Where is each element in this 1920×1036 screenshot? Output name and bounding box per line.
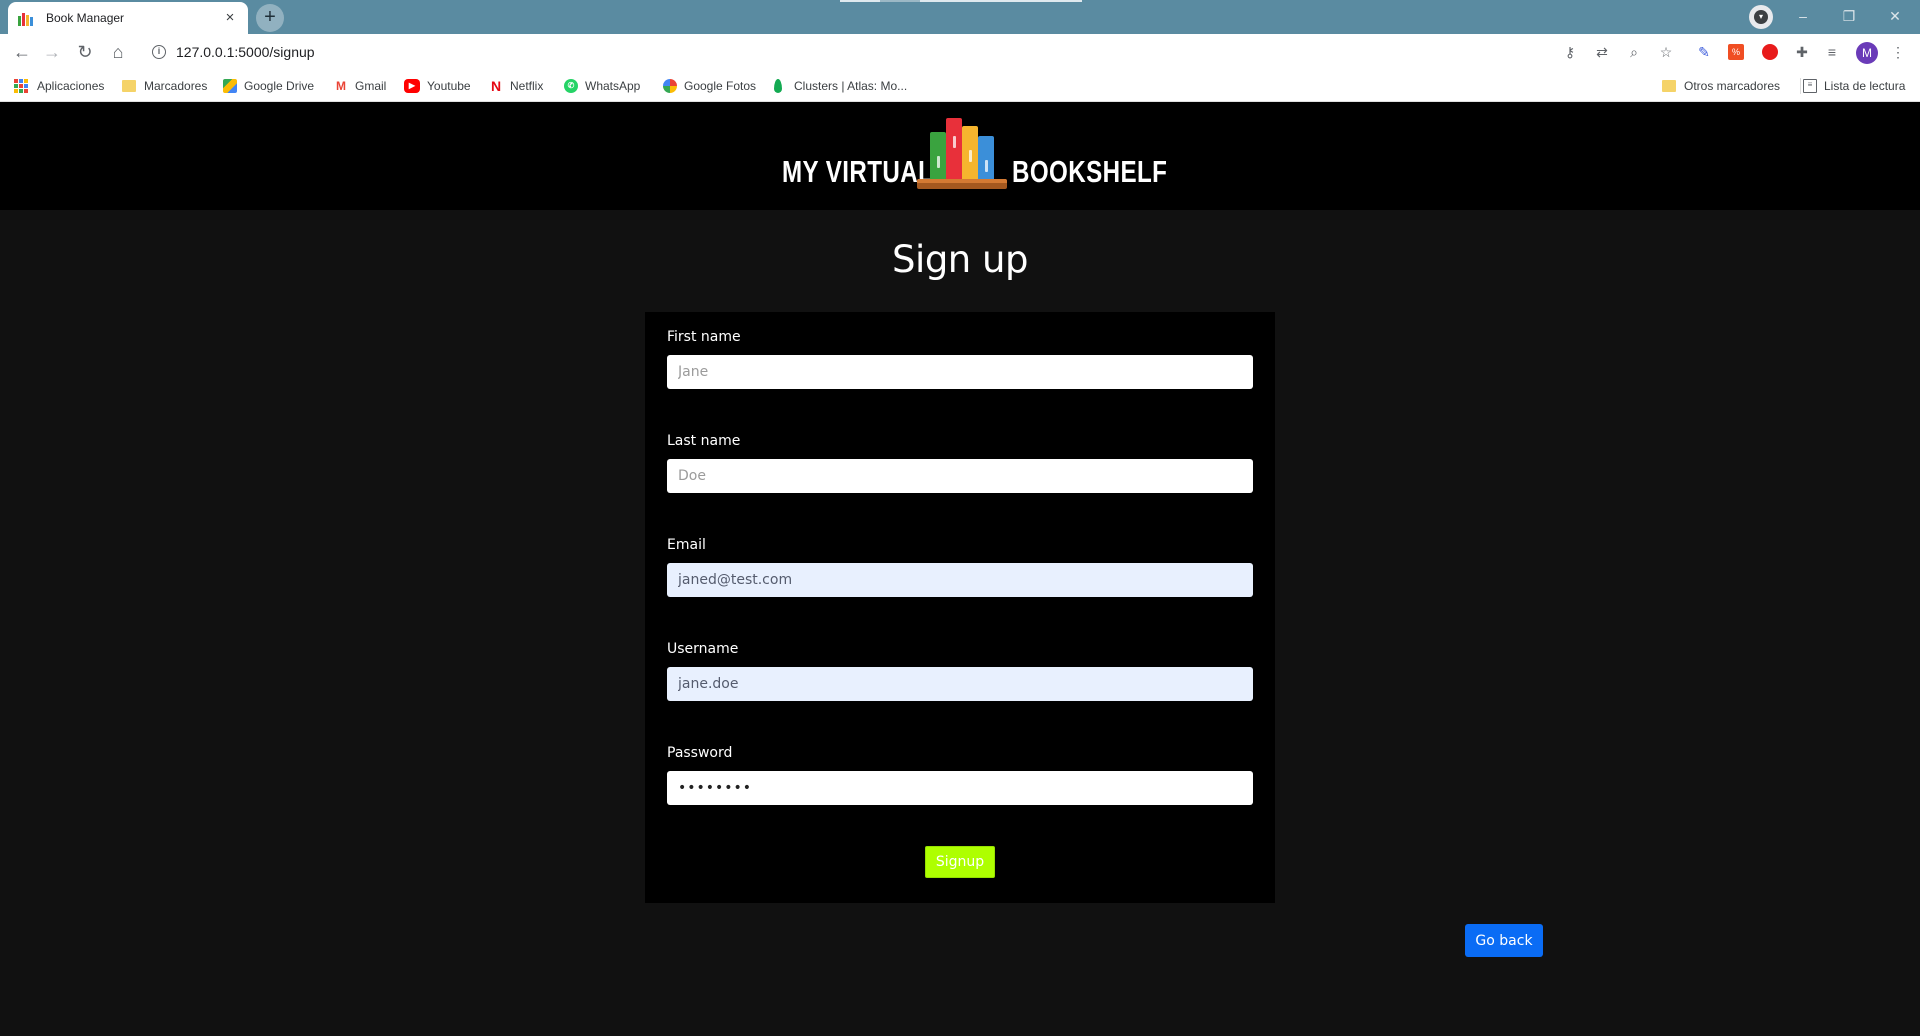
first-name-input[interactable] bbox=[667, 355, 1253, 389]
menu-kebab-icon[interactable]: ⋮ bbox=[1888, 42, 1908, 62]
bookmark-separator bbox=[1800, 78, 1801, 94]
bookmark-label: Google Drive bbox=[244, 79, 315, 93]
page-title: Sign up bbox=[892, 238, 1028, 281]
bookmark-google-drive[interactable]: Google Drive bbox=[223, 78, 314, 94]
bookmark-youtube[interactable]: ▶ Youtube bbox=[404, 78, 471, 94]
minimize-button[interactable]: – bbox=[1780, 4, 1826, 30]
bookmark-label: Otros marcadores bbox=[1684, 79, 1781, 93]
url-text: 127.0.0.1:5000/signup bbox=[176, 44, 315, 60]
username-input[interactable] bbox=[667, 667, 1253, 701]
site-header: MY VIRTUAL BOOKSHELF bbox=[0, 102, 1920, 210]
last-name-group: Last name bbox=[667, 431, 1253, 493]
new-tab-button[interactable]: + bbox=[256, 4, 284, 32]
last-name-input[interactable] bbox=[667, 459, 1253, 493]
puzzle-extensions-icon[interactable]: ✚ bbox=[1792, 42, 1812, 62]
tab-book-manager[interactable]: Book Manager × bbox=[8, 2, 248, 34]
browser-toolbar: ← → ↻ ⌂ i 127.0.0.1:5000/signup ⚷ ⇄ ⌕ ☆ … bbox=[0, 34, 1920, 70]
tabstrip-highlight bbox=[840, 0, 1082, 2]
translate-icon[interactable]: ⇄ bbox=[1592, 42, 1612, 62]
google-photos-icon bbox=[663, 79, 677, 93]
book-icon bbox=[946, 118, 962, 179]
close-tab-icon[interactable]: × bbox=[222, 10, 238, 26]
discount-extension-icon[interactable]: % bbox=[1728, 44, 1744, 60]
password-group: Password bbox=[667, 743, 1253, 805]
apps-grid-icon bbox=[14, 79, 28, 93]
bookmark-whatsapp[interactable]: ✆ WhatsApp bbox=[564, 78, 640, 94]
address-bar[interactable]: i 127.0.0.1:5000/signup bbox=[140, 38, 1630, 66]
reading-list-button[interactable]: ≡ Lista de lectura bbox=[1803, 78, 1905, 94]
back-arrow-icon[interactable]: ← bbox=[10, 40, 34, 64]
password-input[interactable] bbox=[667, 771, 1253, 805]
netflix-icon: N bbox=[489, 78, 503, 94]
chevron-down-icon: ▾ bbox=[1754, 10, 1768, 24]
first-name-label: First name bbox=[667, 329, 741, 345]
profile-avatar[interactable]: M bbox=[1856, 42, 1878, 64]
email-label: Email bbox=[667, 537, 706, 553]
bookmark-gmail[interactable]: M Gmail bbox=[334, 78, 386, 94]
bookmark-label: Google Fotos bbox=[684, 79, 757, 93]
key-icon[interactable]: ⚷ bbox=[1560, 42, 1580, 62]
tab-title: Book Manager bbox=[46, 11, 125, 25]
book-icon bbox=[962, 126, 978, 179]
bookmark-label: WhatsApp bbox=[585, 79, 641, 93]
bookmark-netflix[interactable]: N Netflix bbox=[489, 78, 543, 94]
email-input[interactable] bbox=[667, 563, 1253, 597]
reload-icon[interactable]: ↻ bbox=[73, 40, 97, 64]
signup-button[interactable]: Signup bbox=[925, 846, 995, 878]
media-queue-icon[interactable]: ≡ bbox=[1822, 42, 1842, 62]
folder-icon bbox=[1662, 80, 1676, 92]
bookmark-label: Marcadores bbox=[144, 79, 208, 93]
restore-button[interactable]: ❐ bbox=[1826, 4, 1872, 30]
site-info-icon[interactable]: i bbox=[152, 45, 166, 59]
forward-arrow-icon[interactable]: → bbox=[40, 40, 64, 64]
zoom-icon[interactable]: ⌕ bbox=[1624, 42, 1644, 62]
pen-extension-icon[interactable]: ✎ bbox=[1694, 42, 1714, 62]
book-icon bbox=[978, 136, 994, 179]
last-name-label: Last name bbox=[667, 433, 741, 449]
go-back-button[interactable]: Go back bbox=[1465, 924, 1543, 957]
logo-text-left: MY VIRTUAL bbox=[782, 154, 934, 189]
bookmark-label: Clusters | Atlas: Mo... bbox=[794, 79, 908, 93]
reading-list-icon: ≡ bbox=[1803, 79, 1817, 93]
shelf-icon bbox=[917, 179, 1007, 189]
bookmark-label: Aplicaciones bbox=[37, 79, 105, 93]
password-label: Password bbox=[667, 745, 733, 761]
username-group: Username bbox=[667, 639, 1253, 701]
email-group: Email bbox=[667, 535, 1253, 597]
adblock-extension-icon[interactable] bbox=[1762, 44, 1778, 60]
whatsapp-icon: ✆ bbox=[564, 79, 578, 93]
youtube-icon: ▶ bbox=[404, 79, 420, 93]
bookmark-aplicaciones[interactable]: Aplicaciones bbox=[14, 78, 104, 94]
google-drive-icon bbox=[223, 79, 237, 93]
tabstrip-highlight bbox=[880, 0, 920, 2]
book-icon bbox=[930, 132, 946, 179]
gmail-icon: M bbox=[334, 79, 348, 93]
home-icon[interactable]: ⌂ bbox=[106, 40, 130, 64]
first-name-group: First name bbox=[667, 327, 1253, 389]
browser-tabstrip: Book Manager × + ▾ – ❐ ✕ bbox=[0, 0, 1920, 34]
bookmark-otros-marcadores[interactable]: Otros marcadores bbox=[1662, 78, 1780, 94]
bookmark-label: Lista de lectura bbox=[1824, 79, 1906, 93]
bookmark-label: Gmail bbox=[355, 79, 387, 93]
bookmark-label: Netflix bbox=[510, 79, 544, 93]
bookshelf-favicon-icon bbox=[18, 10, 34, 26]
bookmark-clusters-atlas[interactable]: Clusters | Atlas: Mo... bbox=[774, 78, 907, 94]
tab-search-button[interactable]: ▾ bbox=[1749, 5, 1773, 29]
logo-text-right: BOOKSHELF bbox=[1012, 154, 1168, 189]
bookmark-google-fotos[interactable]: Google Fotos bbox=[663, 78, 756, 94]
bookmark-marcadores[interactable]: Marcadores bbox=[122, 78, 207, 94]
bookmark-label: Youtube bbox=[427, 79, 471, 93]
signup-form: First name Last name Email Username Pass… bbox=[645, 312, 1275, 903]
mongodb-leaf-icon bbox=[774, 79, 782, 93]
bookmarks-bar: Aplicaciones Marcadores Google Drive M G… bbox=[0, 70, 1920, 102]
folder-icon bbox=[122, 80, 136, 92]
site-logo[interactable]: MY VIRTUAL BOOKSHELF bbox=[782, 118, 1167, 198]
username-label: Username bbox=[667, 641, 739, 657]
close-window-button[interactable]: ✕ bbox=[1872, 4, 1918, 30]
star-bookmark-icon[interactable]: ☆ bbox=[1656, 42, 1676, 62]
